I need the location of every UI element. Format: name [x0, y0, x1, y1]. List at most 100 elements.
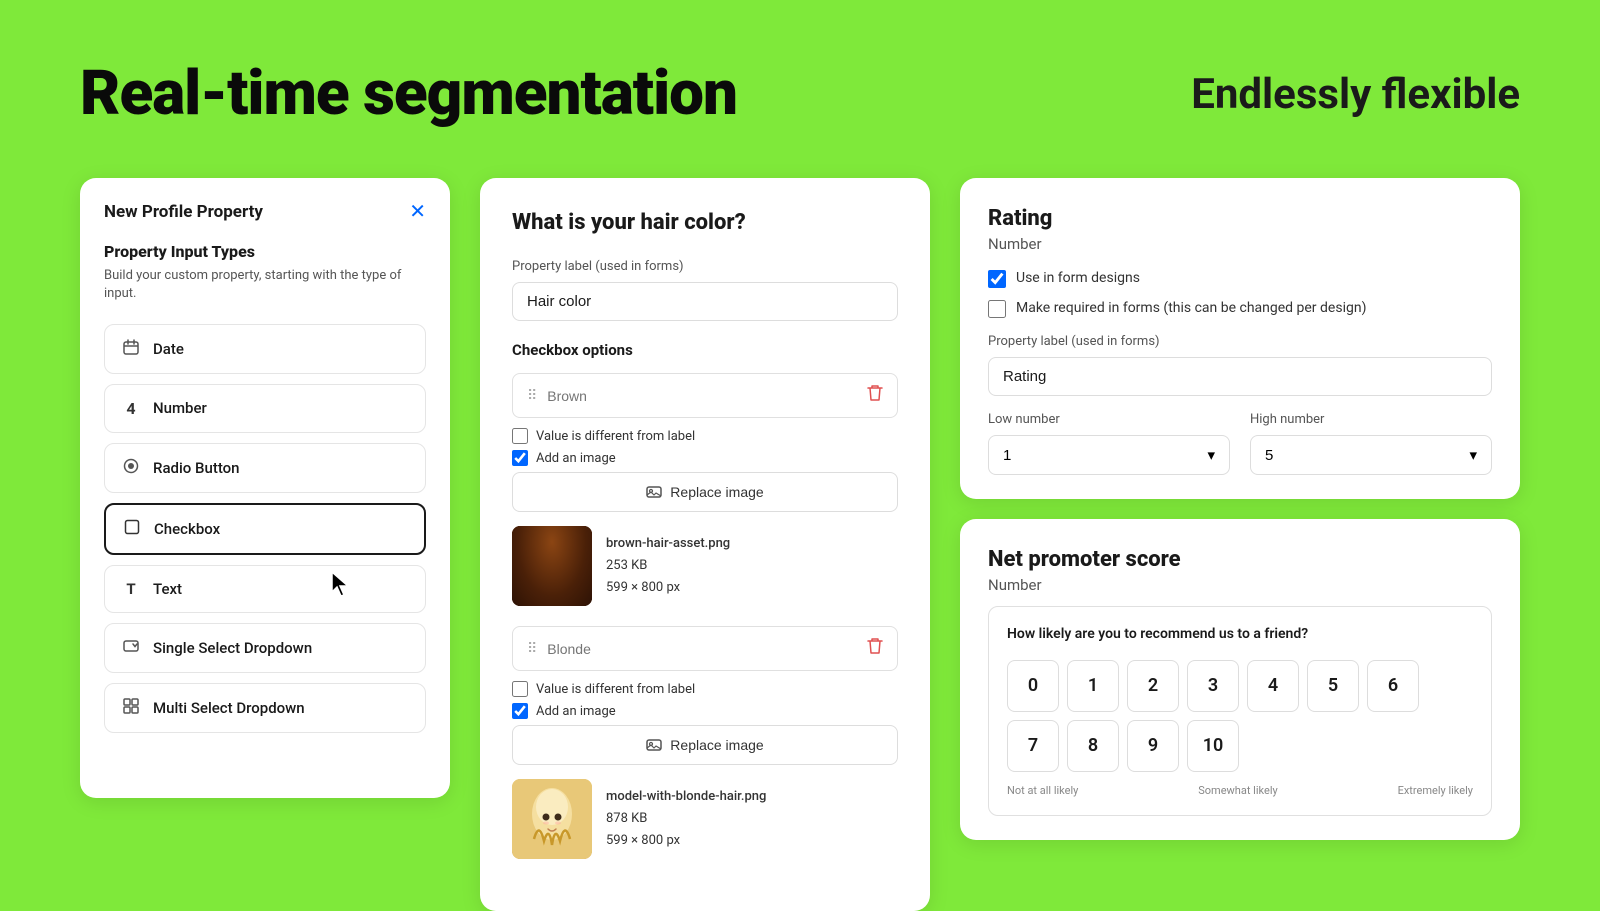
property-item-checkbox[interactable]: Checkbox: [104, 503, 426, 555]
replace-image-2-label: Replace image: [670, 737, 763, 753]
main-title: Real-time segmentation: [80, 60, 737, 128]
option2-filesize: 878 KB: [606, 808, 766, 830]
property-item-text-label: Text: [153, 580, 182, 598]
option1-filesize: 253 KB: [606, 555, 730, 577]
property-item-text[interactable]: T Text: [104, 565, 426, 613]
nps-question: How likely are you to recommend us to a …: [1007, 625, 1473, 643]
add-image-1-checkbox[interactable]: [512, 450, 528, 466]
value-diff-2: Value is different from label: [512, 681, 898, 697]
make-required-row: Make required in forms (this can be chan…: [988, 299, 1492, 319]
rating-property-label-input[interactable]: [988, 357, 1492, 396]
nps-card: How likely are you to recommend us to a …: [988, 606, 1492, 815]
use-in-forms-row: Use in form designs: [988, 269, 1492, 289]
replace-image-2-button[interactable]: Replace image: [512, 725, 898, 765]
add-image-2-checkbox[interactable]: [512, 703, 528, 719]
nps-8[interactable]: 8: [1067, 720, 1119, 772]
property-item-date[interactable]: Date: [104, 324, 426, 374]
option1-file-info: brown-hair-asset.png 253 KB 599 × 800 px: [606, 533, 730, 599]
nps-numbers-row2: 7 8 9 10: [1007, 720, 1473, 772]
value-diff-1-checkbox[interactable]: [512, 428, 528, 444]
add-image-1: Add an image: [512, 450, 898, 466]
nps-9[interactable]: 9: [1127, 720, 1179, 772]
property-item-single-select-label: Single Select Dropdown: [153, 639, 312, 657]
blonde-hair-image: [512, 779, 592, 859]
calendar-icon: [121, 339, 141, 359]
value-diff-2-checkbox[interactable]: [512, 681, 528, 697]
content-row: New Profile Property ✕ Property Input Ty…: [80, 178, 1520, 911]
option2-filename: model-with-blonde-hair.png: [606, 786, 766, 808]
rating-panel: Rating Number Use in form designs Make r…: [960, 178, 1520, 499]
make-required-label: Make required in forms (this can be chan…: [1016, 299, 1366, 319]
high-number-select[interactable]: 5 ▾: [1250, 435, 1492, 475]
rating-property-label-label: Property label (used in forms): [988, 334, 1492, 349]
value-diff-2-label: Value is different from label: [536, 682, 695, 697]
rating-subtitle: Number: [988, 235, 1492, 253]
delete-option1-button[interactable]: [867, 384, 883, 407]
option2-file-info: model-with-blonde-hair.png 878 KB 599 × …: [606, 786, 766, 852]
number-icon: 4: [121, 399, 141, 418]
nps-title: Net promoter score: [988, 547, 1492, 572]
nps-3[interactable]: 3: [1187, 660, 1239, 712]
make-required-checkbox[interactable]: [988, 300, 1006, 318]
nps-labels: Not at all likely Somewhat likely Extrem…: [1007, 784, 1473, 797]
property-item-multi-select-label: Multi Select Dropdown: [153, 699, 305, 717]
image-preview-2: model-with-blonde-hair.png 878 KB 599 × …: [512, 779, 898, 859]
property-item-multi-select[interactable]: Multi Select Dropdown: [104, 683, 426, 733]
nps-1[interactable]: 1: [1067, 660, 1119, 712]
use-in-forms-label: Use in form designs: [1016, 269, 1140, 289]
property-item-radio[interactable]: Radio Button: [104, 443, 426, 493]
add-image-1-label: Add an image: [536, 451, 616, 466]
value-diff-1: Value is different from label: [512, 428, 898, 444]
property-label-input[interactable]: [512, 282, 898, 321]
option2-row: ⠿: [512, 626, 898, 671]
nps-label-right: Extremely likely: [1398, 784, 1473, 797]
replace-image-1-label: Replace image: [670, 484, 763, 500]
low-number-label: Low number: [988, 412, 1230, 427]
low-number-select[interactable]: 1 ▾: [988, 435, 1230, 475]
text-icon: T: [121, 580, 141, 598]
nps-4[interactable]: 4: [1247, 660, 1299, 712]
section-desc: Build your custom property, starting wit…: [104, 267, 426, 303]
sub-title: Endlessly flexible: [1191, 60, 1520, 119]
property-item-date-label: Date: [153, 340, 184, 358]
right-column: Rating Number Use in form designs Make r…: [960, 178, 1520, 839]
close-button[interactable]: ✕: [409, 202, 426, 222]
image-preview-1: brown-hair-asset.png 253 KB 599 × 800 px: [512, 526, 898, 606]
checkbox-option-1: ⠿ Value is different from label Add an i…: [512, 373, 898, 606]
page-background: Real-time segmentation Endlessly flexibl…: [0, 0, 1600, 900]
property-item-number-label: Number: [153, 399, 207, 417]
rating-title: Rating: [988, 206, 1492, 231]
property-item-single-select[interactable]: Single Select Dropdown: [104, 623, 426, 673]
option1-filename: brown-hair-asset.png: [606, 533, 730, 555]
high-number-label: High number: [1250, 412, 1492, 427]
nps-10[interactable]: 10: [1187, 720, 1239, 772]
option2-input[interactable]: [547, 641, 857, 657]
nps-0[interactable]: 0: [1007, 660, 1059, 712]
drag-handle-2[interactable]: ⠿: [527, 641, 537, 657]
nps-6[interactable]: 6: [1367, 660, 1419, 712]
drag-handle-1[interactable]: ⠿: [527, 388, 537, 404]
property-item-number[interactable]: 4 Number: [104, 384, 426, 433]
low-number-group: Low number 1 ▾: [988, 412, 1230, 475]
radio-icon: [121, 458, 141, 478]
checkbox-icon: [122, 519, 142, 539]
checkbox-option-2: ⠿ Value is different from label Add an i…: [512, 626, 898, 859]
use-in-forms-checkbox[interactable]: [988, 270, 1006, 288]
low-number-value: 1: [1003, 447, 1011, 464]
option1-input[interactable]: [547, 388, 857, 404]
replace-image-1-button[interactable]: Replace image: [512, 472, 898, 512]
high-number-chevron-icon: ▾: [1469, 446, 1477, 464]
multi-select-icon: [121, 698, 141, 718]
option1-row: ⠿: [512, 373, 898, 418]
nps-7[interactable]: 7: [1007, 720, 1059, 772]
nps-5[interactable]: 5: [1307, 660, 1359, 712]
delete-option2-button[interactable]: [867, 637, 883, 660]
high-number-group: High number 5 ▾: [1250, 412, 1492, 475]
number-row: Low number 1 ▾ High number 5 ▾: [988, 412, 1492, 475]
form-title: What is your hair color?: [512, 210, 898, 235]
middle-panel: What is your hair color? Property label …: [480, 178, 930, 911]
nps-2[interactable]: 2: [1127, 660, 1179, 712]
high-number-value: 5: [1265, 447, 1273, 464]
property-label-label: Property label (used in forms): [512, 259, 898, 274]
nps-numbers-row1: 0 1 2 3 4 5 6: [1007, 660, 1473, 712]
